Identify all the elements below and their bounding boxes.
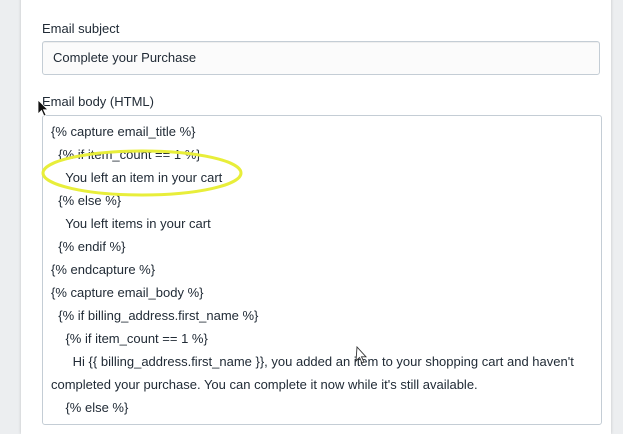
code-line: {% capture email_body %} [51, 285, 204, 300]
code-line: {% endcapture %} [51, 262, 156, 277]
email-subject-label: Email subject [42, 21, 120, 36]
text-cursor-icon [355, 346, 367, 364]
code-line: {% capture email_title %} [51, 124, 196, 139]
code-line: Hi {{ billing_address.first_name }}, you… [51, 354, 574, 369]
code-line: {% else %} [51, 400, 129, 415]
email-body-label: Email body (HTML) [42, 94, 154, 109]
code-line: completed your purchase. You can complet… [51, 377, 478, 392]
code-line: You left items in your cart [51, 216, 211, 231]
code-line: {% if item_count == 1 %} [51, 331, 208, 346]
email-subject-input[interactable]: Complete your Purchase [42, 41, 600, 75]
code-line: {% if billing_address.first_name %} [51, 308, 259, 323]
code-line: {% endif %} [51, 239, 126, 254]
highlight-ellipse-annotation [41, 149, 243, 197]
mouse-pointer-icon [37, 99, 49, 117]
